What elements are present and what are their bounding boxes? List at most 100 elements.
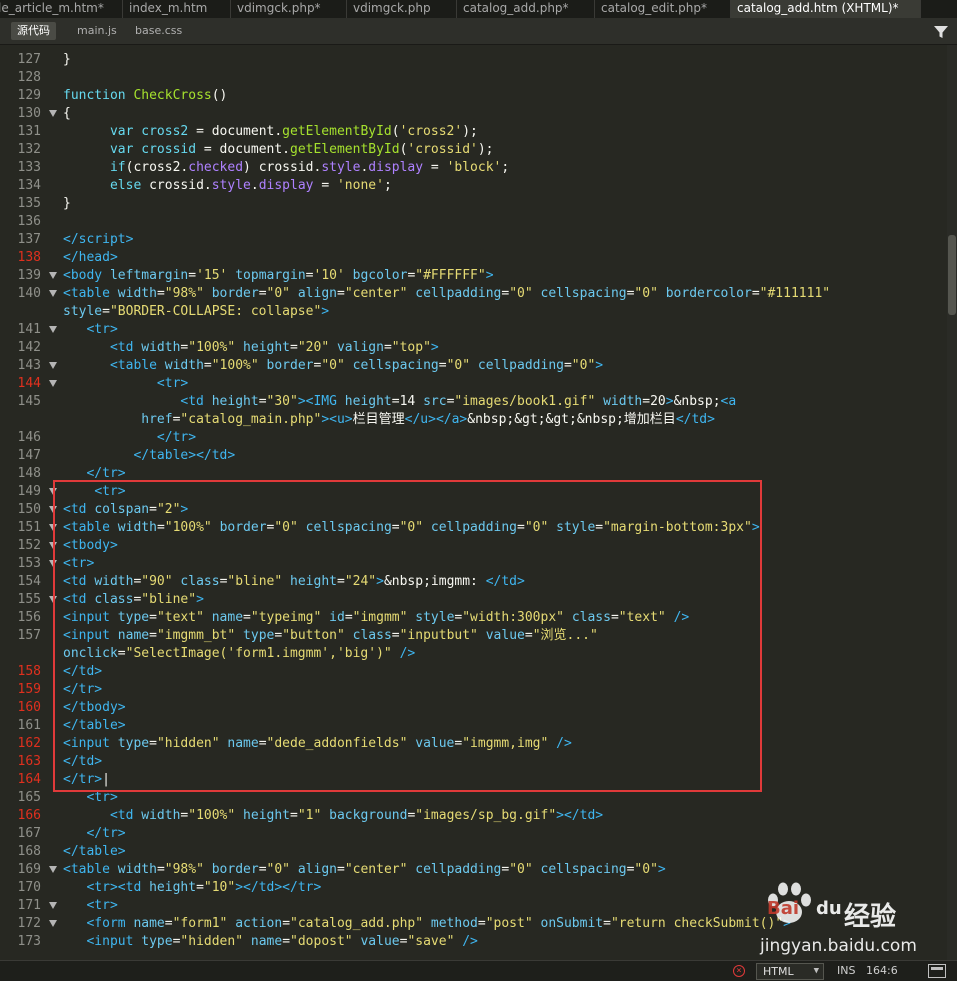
code-line[interactable]: 168 </table> bbox=[0, 843, 947, 861]
related-file-main-js[interactable]: main.js bbox=[77, 22, 117, 40]
tab-vdimgck[interactable]: vdimgck.php bbox=[347, 0, 457, 18]
line-number[interactable]: 159 bbox=[0, 681, 41, 699]
code-line[interactable]: 167 </tr> bbox=[0, 825, 947, 843]
code-line[interactable]: 135} bbox=[0, 195, 947, 213]
line-number[interactable]: 138 bbox=[0, 249, 41, 267]
line-number[interactable]: 132 bbox=[0, 141, 41, 159]
line-number[interactable]: 145 bbox=[0, 393, 41, 411]
status-bar: × HTML ▼ INS 164:6 bbox=[0, 960, 957, 981]
line-number[interactable]: 170 bbox=[0, 879, 41, 897]
line-number[interactable]: 169 bbox=[0, 861, 41, 879]
line-number[interactable]: 127 bbox=[0, 51, 41, 69]
line-number[interactable]: 147 bbox=[0, 447, 41, 465]
tab-vdimgck-modified[interactable]: vdimgck.php* bbox=[231, 0, 347, 18]
line-number[interactable]: 165 bbox=[0, 789, 41, 807]
tab-index-m[interactable]: index_m.htm bbox=[123, 0, 231, 18]
code-line[interactable]: 134 else crossid.style.display = 'none'; bbox=[0, 177, 947, 195]
line-number[interactable]: 162 bbox=[0, 735, 41, 753]
line-number[interactable]: 148 bbox=[0, 465, 41, 483]
fold-toggle-icon[interactable] bbox=[49, 110, 57, 117]
source-code-tab[interactable]: 源代码 bbox=[11, 22, 56, 40]
line-number[interactable]: 163 bbox=[0, 753, 41, 771]
line-number[interactable]: 155 bbox=[0, 591, 41, 609]
tab-le-article-m[interactable]: le_article_m.htm* bbox=[0, 0, 123, 18]
window-icon[interactable] bbox=[928, 964, 946, 978]
line-number[interactable]: 144 bbox=[0, 375, 41, 393]
fold-toggle-icon[interactable] bbox=[49, 866, 57, 873]
fold-toggle-icon[interactable] bbox=[49, 290, 57, 297]
language-select[interactable]: HTML ▼ bbox=[756, 963, 824, 980]
code-line[interactable]: 141 <tr> bbox=[0, 321, 947, 339]
line-number[interactable]: 168 bbox=[0, 843, 41, 861]
fold-toggle-icon[interactable] bbox=[49, 272, 57, 279]
code-line[interactable]: 137 </script> bbox=[0, 231, 947, 249]
line-number[interactable]: 128 bbox=[0, 69, 41, 87]
line-number[interactable]: 157 bbox=[0, 627, 41, 645]
line-number[interactable]: 130 bbox=[0, 105, 41, 123]
line-number[interactable]: 133 bbox=[0, 159, 41, 177]
code-line[interactable]: 147 </table></td> bbox=[0, 447, 947, 465]
line-number[interactable]: 158 bbox=[0, 663, 41, 681]
error-icon[interactable]: × bbox=[733, 965, 745, 977]
fold-toggle-icon[interactable] bbox=[49, 380, 57, 387]
fold-toggle-icon[interactable] bbox=[49, 362, 57, 369]
code-line[interactable]: 131 var cross2 = document.getElementById… bbox=[0, 123, 947, 141]
fold-toggle-icon[interactable] bbox=[49, 902, 57, 909]
line-number[interactable]: 160 bbox=[0, 699, 41, 717]
vertical-scrollbar[interactable] bbox=[947, 45, 957, 960]
code-line[interactable]: 133 if(cross2.checked) crossid.style.dis… bbox=[0, 159, 947, 177]
code-line[interactable]: 140 <table width="98%" border="0" align="… bbox=[0, 285, 947, 303]
line-number[interactable]: 167 bbox=[0, 825, 41, 843]
line-number[interactable]: 173 bbox=[0, 933, 41, 951]
line-number[interactable]: 131 bbox=[0, 123, 41, 141]
line-number[interactable]: 166 bbox=[0, 807, 41, 825]
line-number[interactable]: 142 bbox=[0, 339, 41, 357]
line-number[interactable]: 136 bbox=[0, 213, 41, 231]
line-number[interactable]: 135 bbox=[0, 195, 41, 213]
line-number[interactable]: 151 bbox=[0, 519, 41, 537]
line-number[interactable]: 129 bbox=[0, 87, 41, 105]
tab-catalog-add-htm[interactable]: catalog_add.htm (XHTML)* bbox=[731, 0, 921, 18]
code-line[interactable]: 130 { bbox=[0, 105, 947, 123]
line-number[interactable]: 143 bbox=[0, 357, 41, 375]
filter-icon[interactable] bbox=[934, 25, 948, 39]
code-line[interactable]: 144 <tr> bbox=[0, 375, 947, 393]
line-number[interactable]: 139 bbox=[0, 267, 41, 285]
code-line[interactable]: 127} bbox=[0, 51, 947, 69]
fold-toggle-icon[interactable] bbox=[49, 326, 57, 333]
code-line[interactable]: href="catalog_main.php"><u>栏目管理</u></a>&… bbox=[0, 411, 947, 429]
code-line[interactable]: 166 <td width="100%" height="1" backgrou… bbox=[0, 807, 947, 825]
code-line[interactable]: 169 <table width="98%" border="0" align="… bbox=[0, 861, 947, 879]
line-number[interactable]: 161 bbox=[0, 717, 41, 735]
line-number[interactable]: 154 bbox=[0, 573, 41, 591]
line-number[interactable]: 172 bbox=[0, 915, 41, 933]
code-line[interactable]: 145 <td height="30"><IMG height=14 src="… bbox=[0, 393, 947, 411]
code-line[interactable]: 139 <body leftmargin='15' topmargin='10' … bbox=[0, 267, 947, 285]
code-line[interactable]: 129 function CheckCross() bbox=[0, 87, 947, 105]
line-number[interactable]: 134 bbox=[0, 177, 41, 195]
code-line[interactable]: style="BORDER-COLLAPSE: collapse"> bbox=[0, 303, 947, 321]
code-line[interactable]: 143 <table width="100%" border="0" cells… bbox=[0, 357, 947, 375]
line-number[interactable]: 171 bbox=[0, 897, 41, 915]
scrollbar-thumb[interactable] bbox=[948, 235, 956, 315]
line-number[interactable]: 149 bbox=[0, 483, 41, 501]
tab-catalog-edit-php[interactable]: catalog_edit.php* bbox=[595, 0, 731, 18]
tab-catalog-add-php[interactable]: catalog_add.php* bbox=[457, 0, 595, 18]
code-line[interactable]: 146 </tr> bbox=[0, 429, 947, 447]
line-number[interactable]: 156 bbox=[0, 609, 41, 627]
line-number[interactable]: 146 bbox=[0, 429, 41, 447]
line-number[interactable]: 140 bbox=[0, 285, 41, 303]
code-line[interactable]: 132 var crossid = document.getElementByI… bbox=[0, 141, 947, 159]
line-number[interactable]: 137 bbox=[0, 231, 41, 249]
line-number[interactable]: 152 bbox=[0, 537, 41, 555]
line-number[interactable]: 164 bbox=[0, 771, 41, 789]
code-line[interactable]: 128 bbox=[0, 69, 947, 87]
code-line[interactable]: 136 bbox=[0, 213, 947, 231]
fold-toggle-icon[interactable] bbox=[49, 920, 57, 927]
code-line[interactable]: 142 <td width="100%" height="20" valign=… bbox=[0, 339, 947, 357]
code-line[interactable]: 138 </head> bbox=[0, 249, 947, 267]
line-number[interactable]: 150 bbox=[0, 501, 41, 519]
line-number[interactable]: 153 bbox=[0, 555, 41, 573]
related-file-base-css[interactable]: base.css bbox=[135, 22, 182, 40]
line-number[interactable]: 141 bbox=[0, 321, 41, 339]
